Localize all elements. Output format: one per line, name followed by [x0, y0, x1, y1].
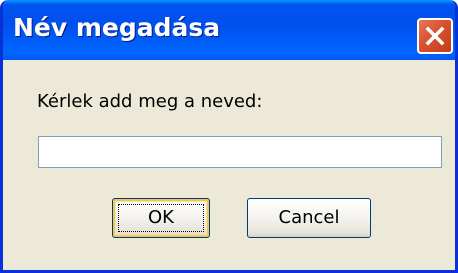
window-title: Név megadása [13, 13, 221, 42]
dialog-window: Név megadása Kérlek add meg a neved: OK … [0, 0, 458, 273]
ok-button[interactable]: OK [112, 198, 210, 238]
close-button[interactable] [417, 18, 453, 54]
ok-button-label: OK [148, 207, 174, 228]
cancel-button-label: Cancel [278, 207, 340, 228]
name-prompt-label: Kérlek add meg a neved: [37, 91, 263, 112]
close-icon [425, 26, 445, 46]
name-input[interactable] [38, 136, 442, 168]
cancel-button[interactable]: Cancel [247, 198, 371, 238]
title-bar[interactable]: Név megadása [3, 0, 455, 60]
